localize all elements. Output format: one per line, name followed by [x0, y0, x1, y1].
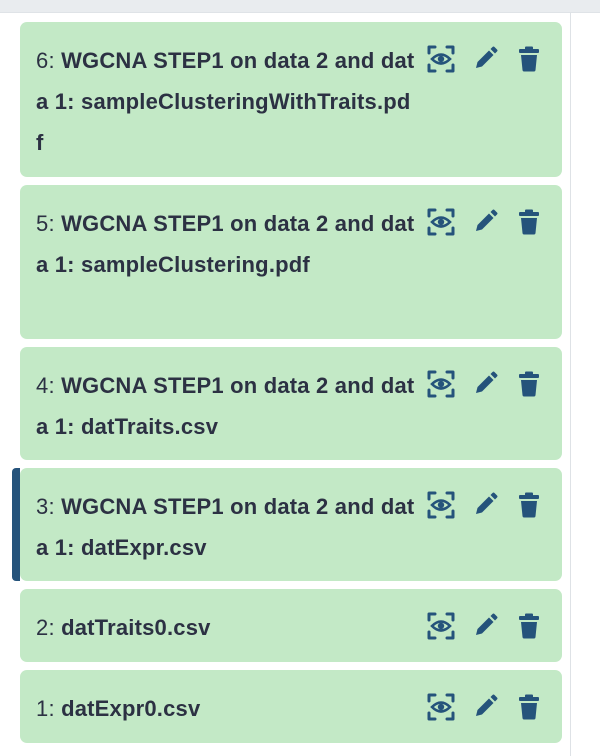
- edit-button[interactable]: [470, 692, 500, 722]
- history-item-title[interactable]: 2: datTraits0.csv: [36, 607, 416, 648]
- delete-button[interactable]: [514, 611, 544, 641]
- eye-icon: [426, 490, 456, 520]
- history-item-hid: 3: [36, 494, 49, 519]
- history-item-title[interactable]: 6: WGCNA STEP1 on data 2 and data 1: sam…: [36, 40, 416, 163]
- delete-button[interactable]: [514, 369, 544, 399]
- history-item-hid: 4: [36, 373, 49, 398]
- history-item-title[interactable]: 1: datExpr0.csv: [36, 688, 416, 729]
- eye-icon: [426, 369, 456, 399]
- history-list: 6: WGCNA STEP1 on data 2 and data 1: sam…: [0, 0, 600, 756]
- pencil-icon: [472, 371, 498, 397]
- display-button[interactable]: [426, 369, 456, 399]
- trash-icon: [518, 613, 540, 639]
- history-item-actions: [426, 44, 544, 74]
- history-item-title[interactable]: 4: WGCNA STEP1 on data 2 and data 1: dat…: [36, 365, 416, 447]
- trash-icon: [518, 209, 540, 235]
- edit-button[interactable]: [470, 207, 500, 237]
- pencil-icon: [472, 209, 498, 235]
- history-item-title[interactable]: 5: WGCNA STEP1 on data 2 and data 1: sam…: [36, 203, 416, 285]
- history-item-actions: [426, 611, 544, 641]
- display-button[interactable]: [426, 207, 456, 237]
- history-item-title[interactable]: 3: WGCNA STEP1 on data 2 and data 1: dat…: [36, 486, 416, 568]
- edit-button[interactable]: [470, 611, 500, 641]
- history-item[interactable]: 4: WGCNA STEP1 on data 2 and data 1: dat…: [20, 347, 562, 460]
- display-button[interactable]: [426, 611, 456, 641]
- eye-icon: [426, 692, 456, 722]
- history-item-name: WGCNA STEP1 on data 2 and data 1: sample…: [36, 211, 415, 277]
- pencil-icon: [472, 492, 498, 518]
- pencil-icon: [472, 694, 498, 720]
- history-item-hid: 5: [36, 211, 49, 236]
- delete-button[interactable]: [514, 44, 544, 74]
- trash-icon: [518, 694, 540, 720]
- history-item[interactable]: 5: WGCNA STEP1 on data 2 and data 1: sam…: [20, 185, 562, 339]
- display-button[interactable]: [426, 490, 456, 520]
- pencil-icon: [472, 613, 498, 639]
- trash-icon: [518, 492, 540, 518]
- history-item-hid: 1: [36, 696, 49, 721]
- trash-icon: [518, 371, 540, 397]
- display-button[interactable]: [426, 692, 456, 722]
- history-item[interactable]: 6: WGCNA STEP1 on data 2 and data 1: sam…: [20, 22, 562, 177]
- pencil-icon: [472, 46, 498, 72]
- eye-icon: [426, 207, 456, 237]
- history-item-name: datExpr0.csv: [61, 696, 201, 721]
- edit-button[interactable]: [470, 490, 500, 520]
- history-item-actions: [426, 490, 544, 520]
- delete-button[interactable]: [514, 207, 544, 237]
- history-item-current[interactable]: 3: WGCNA STEP1 on data 2 and data 1: dat…: [12, 468, 562, 581]
- history-item-name: WGCNA STEP1 on data 2 and data 1: datTra…: [36, 373, 415, 439]
- delete-button[interactable]: [514, 490, 544, 520]
- history-item[interactable]: 1: datExpr0.csv: [20, 670, 562, 743]
- eye-icon: [426, 611, 456, 641]
- display-button[interactable]: [426, 44, 456, 74]
- trash-icon: [518, 46, 540, 72]
- history-item-hid: 2: [36, 615, 49, 640]
- edit-button[interactable]: [470, 369, 500, 399]
- delete-button[interactable]: [514, 692, 544, 722]
- eye-icon: [426, 44, 456, 74]
- history-item-name: WGCNA STEP1 on data 2 and data 1: sample…: [36, 48, 415, 155]
- history-item-name: WGCNA STEP1 on data 2 and data 1: datExp…: [36, 494, 415, 560]
- history-item-actions: [426, 207, 544, 237]
- history-item-actions: [426, 369, 544, 399]
- history-item[interactable]: 2: datTraits0.csv: [20, 589, 562, 662]
- history-item-hid: 6: [36, 48, 49, 73]
- edit-button[interactable]: [470, 44, 500, 74]
- history-item-actions: [426, 692, 544, 722]
- history-item-name: datTraits0.csv: [61, 615, 211, 640]
